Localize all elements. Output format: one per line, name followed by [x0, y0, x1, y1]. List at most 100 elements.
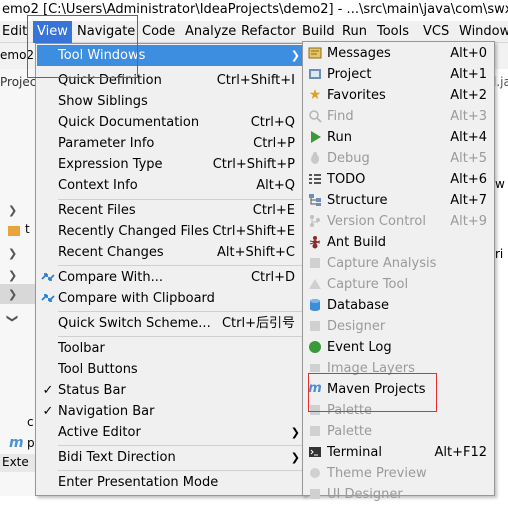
- menu-window[interactable]: Window: [459, 21, 508, 43]
- menu-item-terminal[interactable]: Terminal Alt+F12: [304, 442, 493, 463]
- designer-icon: [308, 319, 322, 333]
- menu-item-image-layers[interactable]: Image Layers: [304, 358, 493, 379]
- menu-item-capture-analysis[interactable]: Capture Analysis: [304, 253, 493, 274]
- menu-bar: Edit View Navigate Code Analyze Refactor…: [0, 21, 508, 43]
- tree-item-p[interactable]: p: [27, 436, 35, 450]
- menu-item-recent-files[interactable]: Recent Files Ctrl+E: [37, 200, 304, 221]
- menu-item-label: Messages: [327, 46, 391, 61]
- menu-item-structure[interactable]: Structure Alt+7: [304, 190, 493, 211]
- menu-item-project[interactable]: Project Alt+1: [304, 64, 493, 85]
- run-icon: [308, 130, 322, 144]
- version-control-icon: [308, 214, 322, 228]
- menu-item-label: Theme Preview: [327, 466, 427, 481]
- menu-item-quick-documentation[interactable]: Quick Documentation Ctrl+Q: [37, 112, 304, 133]
- shortcut-label: Ctrl+E: [252, 203, 295, 218]
- menu-item-run[interactable]: Run Alt+4: [304, 127, 493, 148]
- menu-item-label: Maven Projects: [327, 382, 426, 397]
- menu-item-status-bar[interactable]: ✓ Status Bar: [37, 380, 304, 401]
- menu-item-label: Image Layers: [327, 361, 415, 376]
- tree-collapse-icon[interactable]: ❯: [6, 314, 19, 323]
- menu-item-navigation-bar[interactable]: ✓ Navigation Bar: [37, 401, 304, 422]
- project-name-tab[interactable]: emo2: [0, 48, 34, 62]
- menu-build[interactable]: Build: [302, 21, 335, 43]
- menu-item-active-editor[interactable]: Active Editor ❯: [37, 422, 304, 443]
- todo-icon: [308, 172, 322, 186]
- code-fragment-w: w: [495, 177, 505, 191]
- tree-expand-icon[interactable]: ❯: [8, 269, 17, 282]
- submenu-arrow-icon: ❯: [290, 451, 300, 464]
- menu-item-label: Terminal: [327, 445, 382, 460]
- menu-item-ui-designer[interactable]: UI Designer: [304, 484, 493, 505]
- menu-item-label: Palette: [327, 403, 373, 418]
- menu-analyze[interactable]: Analyze: [185, 21, 236, 43]
- menu-item-version-control[interactable]: Version Control Alt+9: [304, 211, 493, 232]
- shortcut-label: Ctrl+D: [250, 270, 295, 285]
- menu-item-compare-with-clipboard[interactable]: Compare with Clipboard: [37, 288, 304, 309]
- menu-navigate[interactable]: Navigate: [77, 21, 135, 43]
- menu-item-show-siblings[interactable]: Show Siblings: [37, 91, 304, 112]
- menu-item-palette-2[interactable]: Palette: [304, 421, 493, 442]
- editor-tab-file[interactable]: l.ja: [493, 75, 508, 89]
- menu-item-label: Quick Switch Scheme...: [58, 316, 211, 331]
- checkmark-icon: ✓: [42, 404, 54, 419]
- menu-item-debug[interactable]: Debug Alt+5: [304, 148, 493, 169]
- menu-code[interactable]: Code: [142, 21, 175, 43]
- folder-icon: [8, 226, 20, 236]
- menu-item-recent-changes[interactable]: Recent Changes Alt+Shift+C: [37, 242, 304, 263]
- menu-item-tool-buttons[interactable]: Tool Buttons: [37, 359, 304, 380]
- menu-item-designer[interactable]: Designer: [304, 316, 493, 337]
- menu-item-event-log[interactable]: Event Log: [304, 337, 493, 358]
- menu-item-label: Tool Buttons: [58, 362, 138, 377]
- menu-item-compare-with[interactable]: Compare With... Ctrl+D: [37, 267, 304, 288]
- menu-item-label: Designer: [327, 319, 386, 334]
- menu-view[interactable]: View: [33, 21, 72, 43]
- theme-preview-icon: [308, 466, 322, 480]
- menu-run[interactable]: Run: [342, 21, 367, 43]
- menu-item-toolbar[interactable]: Toolbar: [37, 338, 304, 359]
- menu-item-messages[interactable]: Messages Alt+0: [304, 43, 493, 64]
- menu-item-quick-definition[interactable]: Quick Definition Ctrl+Shift+I: [37, 70, 304, 91]
- menu-refactor[interactable]: Refactor: [241, 21, 296, 43]
- tree-expand-icon[interactable]: ❯: [8, 247, 17, 260]
- menu-item-ant-build[interactable]: Ant Build: [304, 232, 493, 253]
- menu-item-label: Active Editor: [58, 425, 141, 440]
- menu-edit[interactable]: Edit: [2, 21, 27, 43]
- shortcut-label: Alt+7: [450, 193, 487, 208]
- menu-item-label: Tool Windows: [58, 48, 146, 63]
- menu-item-label: Database: [327, 298, 390, 313]
- menu-item-label: Navigation Bar: [58, 404, 155, 419]
- menu-item-label: Quick Definition: [58, 73, 162, 88]
- tree-row-selected[interactable]: [0, 284, 35, 304]
- tool-windows-submenu: Messages Alt+0 Project Alt+1 ★ Favorites Al…: [302, 41, 495, 502]
- menu-separator: [58, 336, 302, 337]
- menu-item-theme-preview[interactable]: Theme Preview: [304, 463, 493, 484]
- menu-item-capture-tool[interactable]: Capture Tool: [304, 274, 493, 295]
- menu-item-maven-projects[interactable]: m Maven Projects: [304, 379, 493, 400]
- tree-item-t[interactable]: t: [25, 222, 30, 236]
- menu-tools[interactable]: Tools: [377, 21, 409, 43]
- menu-item-todo[interactable]: TODO Alt+6: [304, 169, 493, 190]
- menu-item-favorites[interactable]: ★ Favorites Alt+2: [304, 85, 493, 106]
- menu-item-tool-windows[interactable]: Tool Windows ❯: [37, 45, 304, 66]
- terminal-icon: [308, 445, 322, 459]
- project-panel: Project ❯ t ❯ ❯ ❯ ❯ ❯ c m p: [0, 69, 41, 496]
- menu-vcs[interactable]: VCS: [423, 21, 449, 43]
- menu-item-recently-changed-files[interactable]: Recently Changed Files Ctrl+Shift+E: [37, 221, 304, 242]
- menu-item-quick-switch-scheme[interactable]: Quick Switch Scheme... Ctrl+后引号: [37, 313, 304, 334]
- menu-item-label: Recently Changed Files: [58, 224, 210, 239]
- menu-item-find[interactable]: Find Alt+3: [304, 106, 493, 127]
- view-menu: Tool Windows ❯ Quick Definition Ctrl+Shif…: [35, 43, 306, 496]
- menu-item-enter-presentation-mode[interactable]: Enter Presentation Mode: [37, 472, 304, 493]
- menu-item-parameter-info[interactable]: Parameter Info Ctrl+P: [37, 133, 304, 154]
- ant-icon: [308, 235, 322, 249]
- menu-item-label: Project: [327, 67, 372, 82]
- menu-item-palette[interactable]: Palette: [304, 400, 493, 421]
- menu-item-label: Context Info: [58, 178, 138, 193]
- tree-item-c[interactable]: c: [27, 415, 34, 429]
- menu-item-context-info[interactable]: Context Info Alt+Q: [37, 175, 304, 196]
- tree-expand-icon[interactable]: ❯: [8, 288, 17, 301]
- menu-item-database[interactable]: Database: [304, 295, 493, 316]
- tree-expand-icon[interactable]: ❯: [8, 204, 17, 217]
- menu-item-expression-type[interactable]: Expression Type Ctrl+Shift+P: [37, 154, 304, 175]
- menu-item-bidi-text-direction[interactable]: Bidi Text Direction ❯: [37, 447, 304, 468]
